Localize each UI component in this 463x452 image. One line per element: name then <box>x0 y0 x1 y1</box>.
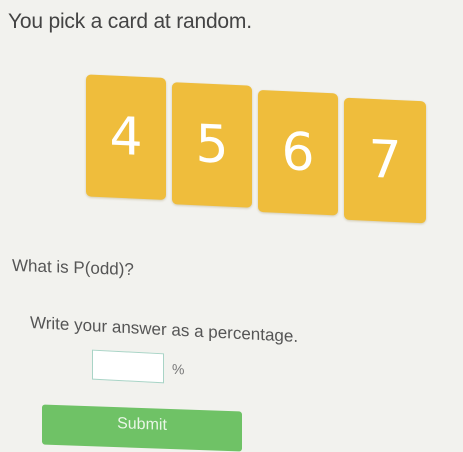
percent-unit: % <box>172 360 185 378</box>
card-3: 6 <box>258 89 338 216</box>
submit-button[interactable]: Submit <box>42 404 242 452</box>
card-2: 5 <box>172 82 252 208</box>
question-text: What is P(odd)? <box>12 255 134 280</box>
instruction-text: Write your answer as a percentage. <box>30 312 299 347</box>
card-row: 4 5 6 7 <box>84 72 434 237</box>
card-4: 7 <box>344 97 426 224</box>
answer-input[interactable] <box>92 349 164 384</box>
answer-row: % <box>92 349 185 385</box>
problem-prompt: You pick a card at random. <box>8 10 252 33</box>
card-1: 4 <box>86 74 166 200</box>
